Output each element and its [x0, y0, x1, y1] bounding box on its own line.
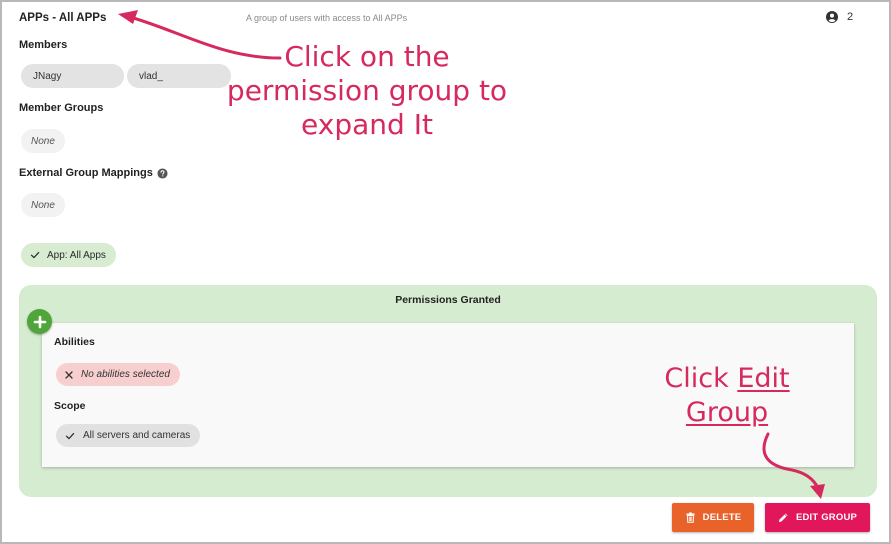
group-description: A group of users with access to All APPs	[246, 13, 408, 23]
edit-callout-word: Edit	[737, 363, 790, 394]
edit-callout: Click Edit Group	[658, 362, 796, 430]
group-card: APPs - All APPs A group of users with ac…	[0, 0, 891, 544]
add-permission-button[interactable]	[27, 309, 52, 334]
edit-group-button[interactable]: EDIT GROUP	[765, 503, 870, 532]
member-count-value: 2	[847, 11, 854, 23]
member-groups-label: Member Groups	[19, 102, 104, 114]
scope-label: Scope	[54, 400, 86, 412]
help-circle-icon[interactable]	[157, 167, 168, 179]
member-chip-label: vlad_	[139, 70, 163, 82]
edit-callout-line2: Group	[685, 397, 769, 428]
expand-arrowhead	[118, 10, 138, 24]
members-label: Members	[19, 39, 68, 51]
permissions-title: Permissions Granted	[395, 294, 501, 306]
close-icon	[65, 370, 73, 379]
external-mappings-none-chip: None	[21, 193, 65, 217]
scope-chip: All servers and cameras	[56, 424, 201, 447]
check-icon	[65, 432, 75, 439]
expand-callout-line: expand It	[301, 108, 433, 141]
member-chip: JNagy	[21, 64, 124, 88]
member-groups-none-chip: None	[21, 129, 65, 153]
abilities-label: Abilities	[54, 336, 95, 348]
app-chip[interactable]: App: All Apps	[21, 243, 116, 267]
trash-icon	[686, 512, 695, 523]
check-icon	[30, 251, 40, 259]
group-title[interactable]: APPs - All APPs	[19, 12, 106, 24]
pencil-icon	[778, 513, 788, 523]
plus-icon	[33, 315, 46, 328]
user-circle-icon	[826, 11, 838, 23]
edit-group-button-label: EDIT GROUP	[795, 512, 858, 523]
external-mappings-label-text: External Group Mappings	[19, 167, 153, 179]
external-mappings-value: None	[31, 199, 55, 211]
member-groups-value: None	[31, 135, 55, 147]
expand-callout: Click on the permission group to expand …	[224, 40, 510, 142]
edit-callout-prefix: Click	[664, 363, 738, 394]
scope-value: All servers and cameras	[83, 430, 191, 441]
abilities-value: No abilities selected	[81, 369, 170, 380]
app-chip-label: App: All Apps	[47, 249, 106, 261]
edit-callout-line1: Click Edit	[658, 362, 796, 396]
no-abilities-chip: No abilities selected	[56, 363, 180, 386]
member-count: 2	[826, 11, 853, 23]
member-chip-label: JNagy	[33, 70, 62, 82]
member-chip: vlad_	[127, 64, 231, 88]
external-mappings-label: External Group Mappings	[19, 167, 168, 179]
expand-callout-line: Click on the	[284, 40, 450, 73]
delete-button[interactable]: DELETE	[672, 503, 754, 532]
delete-button-label: DELETE	[702, 512, 742, 523]
expand-callout-line: permission group to	[226, 74, 508, 107]
